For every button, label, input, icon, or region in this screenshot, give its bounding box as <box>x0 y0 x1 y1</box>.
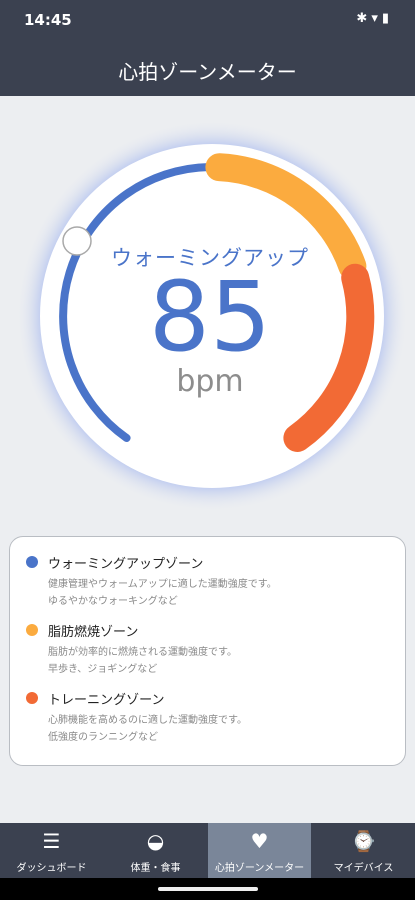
bar-list-icon: ☰ <box>42 829 61 853</box>
warmup-dot <box>26 556 38 568</box>
legend-desc-line: 心肺機能を高めるのに適した運動強度です。 <box>48 715 247 726</box>
heart-rate-gauge: ウォーミングアップ 85 bpm <box>0 96 415 536</box>
status-time: 14:45 <box>24 11 72 29</box>
heart-icon: ♥ <box>250 829 269 853</box>
legend-title: トレーニングゾーン <box>48 693 165 708</box>
page-title: 心拍ゾーンメーター <box>118 60 297 84</box>
gauge-indicator-knob <box>62 226 92 256</box>
legend-desc-line: 健康管理やウォームアップに適した運動強度です。 <box>48 579 277 590</box>
fatburn-dot <box>26 624 38 636</box>
legend-desc-line: 低強度のランニングなど <box>48 732 158 743</box>
home-gesture-handle[interactable] <box>158 887 258 891</box>
nav-label: 体重・食事 <box>130 863 181 874</box>
legend-title: ウォーミングアップゾーン <box>48 557 204 572</box>
legend-desc-line: 早歩き、ジョギングなど <box>48 664 158 675</box>
status-icons: ✱▾▮ <box>356 11 393 26</box>
nav-label: ダッシュボード <box>16 863 87 874</box>
wifi-icon: ▾ <box>371 11 382 26</box>
status-bar: 14:45 ✱▾▮ <box>0 0 415 40</box>
nav-dashboard[interactable]: ☰ ダッシュボード <box>0 823 103 878</box>
training-dot <box>26 692 38 704</box>
legend-desc: 心肺機能を高めるのに適した運動強度です。 低強度のランニングなど <box>48 712 247 746</box>
legend-desc-line: ゆるやかなウォーキングなど <box>48 596 178 607</box>
bottom-nav: ☰ ダッシュボード ◒ 体重・食事 ♥ 心拍ゾーンメーター ⌚ マイデバイス <box>0 823 415 878</box>
main-content: ウォーミングアップ 85 bpm ウォーミングアップゾーン 健康管理やウォームア… <box>0 96 415 823</box>
watch-icon: ⌚ <box>351 829 376 853</box>
gesture-bar <box>0 878 415 900</box>
battery-icon: ▮ <box>381 11 393 26</box>
nav-my-device[interactable]: ⌚ マイデバイス <box>312 823 415 878</box>
bpm-value: 85 <box>148 261 272 373</box>
zone-legend-card: ウォーミングアップゾーン 健康管理やウォームアップに適した運動強度です。 ゆるや… <box>9 536 406 766</box>
nav-label: マイデバイス <box>333 863 394 874</box>
nav-weight-meal[interactable]: ◒ 体重・食事 <box>104 823 207 878</box>
scale-icon: ◒ <box>146 829 165 853</box>
legend-desc-line: 脂肪が効率的に燃焼される運動強度です。 <box>48 647 237 658</box>
app-bar: 心拍ゾーンメーター <box>0 40 415 96</box>
legend-title: 脂肪燃焼ゾーン <box>48 625 139 640</box>
legend-desc: 脂肪が効率的に燃焼される運動強度です。 早歩き、ジョギングなど <box>48 644 237 678</box>
legend-desc: 健康管理やウォームアップに適した運動強度です。 ゆるやかなウォーキングなど <box>48 576 277 610</box>
nav-label: 心拍ゾーンメーター <box>214 863 305 874</box>
bpm-unit: bpm <box>176 364 244 399</box>
nav-heart-zone[interactable]: ♥ 心拍ゾーンメーター <box>208 823 311 878</box>
bluetooth-icon: ✱ <box>356 11 372 26</box>
